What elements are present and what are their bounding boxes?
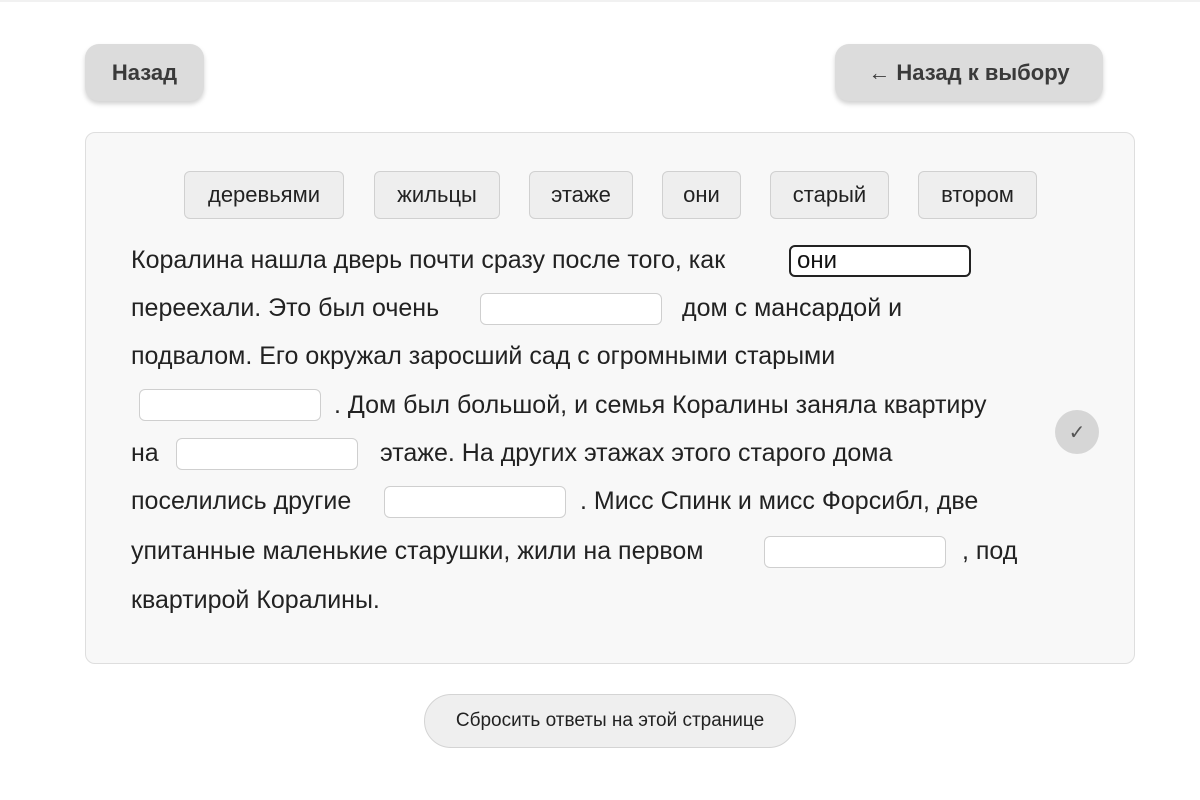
back-to-choice-label: Назад к выбору (896, 59, 1070, 85)
answer-blank-2[interactable] (480, 293, 662, 325)
answer-blank-1[interactable] (789, 245, 971, 277)
passage-text: Коралина нашла дверь почти сразу после т… (131, 246, 726, 274)
answer-blank-5[interactable] (384, 486, 566, 518)
word-chip[interactable]: деревьями (184, 171, 344, 219)
check-icon: ✓ (1068, 421, 1086, 444)
passage-text: подвалом. Его окружал заросший сад с огр… (131, 342, 836, 370)
word-chip[interactable]: втором (918, 171, 1037, 219)
passage-text: переехали. Это был очень (131, 294, 440, 322)
answer-blank-6[interactable] (764, 536, 946, 568)
exercise-card: деревьями жильцы этаже они старый втором… (85, 132, 1135, 664)
answer-blank-3[interactable] (139, 389, 321, 421)
passage-text: . Дом был большой, и семья Коралины заня… (334, 391, 987, 419)
word-chip[interactable]: старый (770, 171, 889, 219)
top-divider (0, 0, 1200, 2)
reset-answers-button[interactable]: Сбросить ответы на этой странице (424, 694, 796, 748)
passage-text: квартирой Коралины. (131, 586, 380, 614)
arrow-left-icon: ← (868, 59, 891, 85)
word-chip[interactable]: жильцы (374, 171, 500, 219)
passage-text: упитанные маленькие старушки, жили на пе… (131, 537, 704, 565)
answer-blank-4[interactable] (176, 438, 358, 470)
back-button[interactable]: Назад (85, 44, 204, 101)
back-to-choice-button[interactable]: ← Назад к выбору (835, 44, 1103, 101)
reset-answers-label: Сбросить ответы на этой странице (455, 710, 765, 731)
passage-text: , под (962, 537, 1018, 565)
passage-text: на (131, 439, 159, 467)
passage-text: этаже. На других этажах этого старого до… (380, 439, 893, 467)
passage-text: . Мисс Спинк и мисс Форсибл, две (580, 487, 979, 515)
word-chip[interactable]: они (662, 171, 741, 219)
passage-text: поселились другие (131, 487, 352, 515)
passage-text: дом с мансардой и (682, 294, 903, 322)
back-button-label: Назад (111, 59, 178, 85)
word-chip[interactable]: этаже (529, 171, 633, 219)
check-answers-button[interactable]: ✓ (1055, 410, 1099, 454)
